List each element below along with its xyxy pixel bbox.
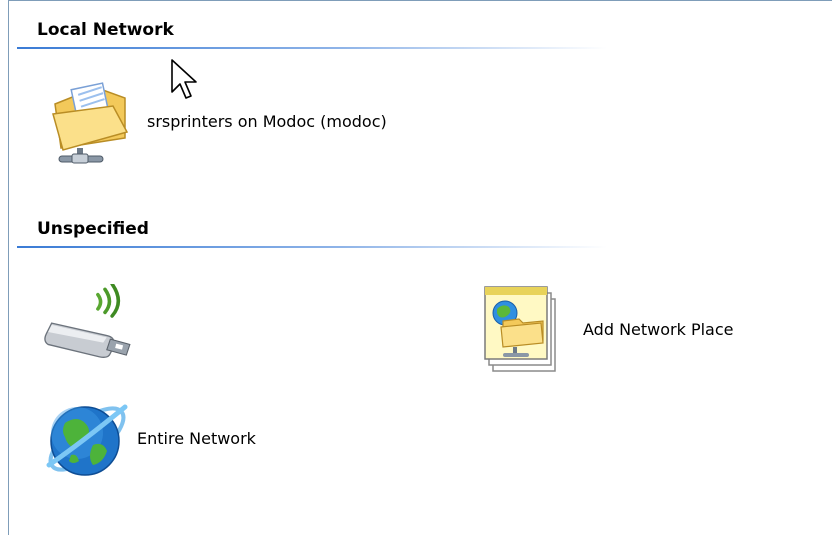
- group-divider-local-network: [17, 47, 607, 49]
- network-places-pane: Local Network srsprinters on Modoc (modo…: [8, 0, 832, 535]
- add-network-place-wizard-icon: [484, 286, 556, 372]
- entire-network-globe-icon: [46, 404, 128, 476]
- group-header-unspecified: Unspecified: [37, 219, 149, 239]
- wireless-usb-adapter-icon: [44, 284, 131, 358]
- item-label: Entire Network: [137, 428, 256, 448]
- group-header-local-network: Local Network: [37, 20, 174, 40]
- list-item-srsprinters-share[interactable]: srsprinters on Modoc (modoc): [45, 71, 387, 171]
- network-share-folder-icon: [52, 82, 129, 164]
- item-label: Add Network Place: [583, 319, 734, 339]
- mouse-pointer-icon: [171, 59, 197, 99]
- list-item-wireless-adapter[interactable]: [39, 284, 139, 364]
- item-label: srsprinters on Modoc (modoc): [147, 111, 387, 131]
- list-item-entire-network[interactable]: Entire Network: [41, 393, 256, 483]
- list-item-add-network-place[interactable]: Add Network Place: [475, 279, 734, 379]
- group-divider-unspecified: [17, 246, 607, 248]
